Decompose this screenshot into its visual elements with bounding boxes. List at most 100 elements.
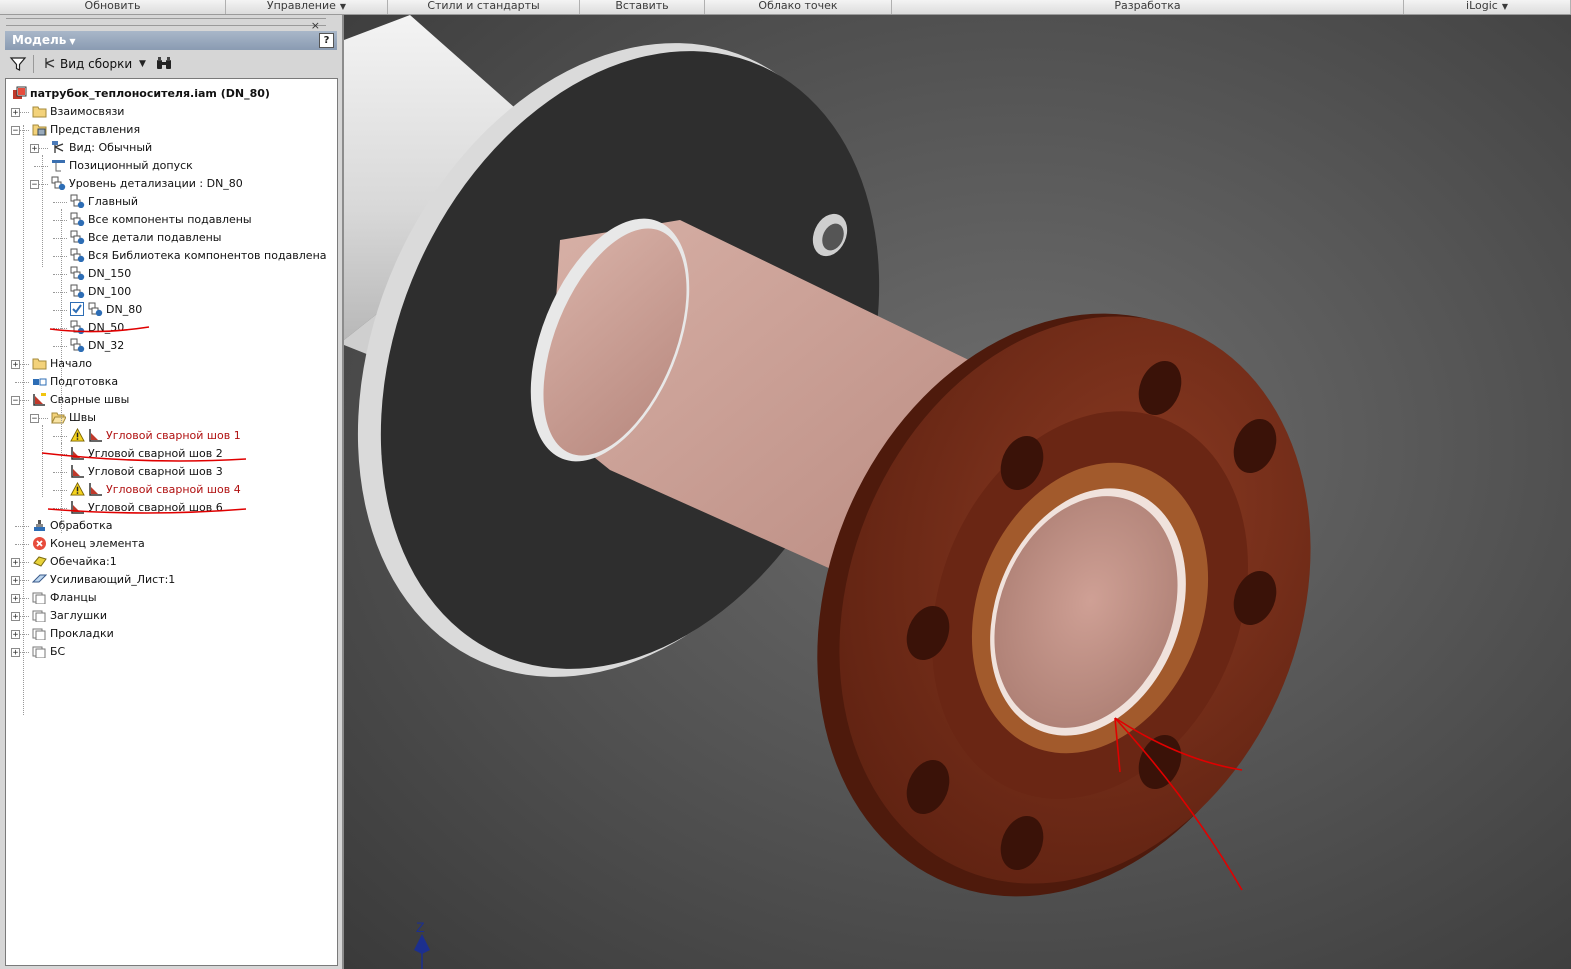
machining-icon	[34, 520, 45, 531]
tree-connector	[15, 526, 29, 527]
tree-node[interactable]: Обечайка:1	[32, 553, 117, 571]
collapse-toggle[interactable]: −	[11, 126, 20, 136]
help-button[interactable]: ?	[319, 33, 334, 48]
tree-connector	[53, 436, 67, 437]
panel-grip[interactable]: ×	[6, 18, 326, 32]
tree-node[interactable]: Угловой сварной шов 2	[70, 445, 223, 463]
tree-node[interactable]: DN_80	[70, 301, 142, 319]
chevron-down-icon[interactable]: ▼	[139, 55, 146, 73]
tree-node[interactable]: патрубок_теплоносителя.iam (DN_80)	[12, 85, 270, 103]
tree-node[interactable]: Фланцы	[32, 589, 97, 607]
collapse-toggle[interactable]: −	[11, 396, 20, 406]
tree-node[interactable]: Швы	[51, 409, 96, 427]
tree-connector	[15, 544, 29, 545]
tree-node[interactable]: Позиционный допуск	[51, 157, 193, 175]
tree-node[interactable]: DN_150	[70, 265, 131, 283]
binoculars-icon[interactable]	[155, 56, 173, 72]
tree-node[interactable]: Все детали подавлены	[70, 229, 221, 247]
assembly-view-button[interactable]: Вид сборки	[43, 55, 132, 73]
tree-node[interactable]: DN_50	[70, 319, 124, 337]
tree-node[interactable]: Начало	[32, 355, 92, 373]
ribbon-panel-label: Облако точек	[758, 0, 838, 12]
tree-node[interactable]: Обработка	[32, 517, 112, 535]
tree-node[interactable]: БС	[32, 643, 65, 661]
tree-node-label: DN_32	[88, 339, 125, 352]
expand-toggle[interactable]: +	[11, 360, 20, 370]
chevron-down-icon[interactable]: ▼	[1502, 2, 1508, 11]
ribbon-panel-3[interactable]: Стили и стандарты	[388, 0, 580, 14]
tree-node[interactable]: Взаимосвязи	[32, 103, 124, 121]
ribbon-panel-bar: Обновить Управление ▼ Стили и стандарты Вста…	[0, 0, 1571, 15]
tree-node[interactable]: Усиливающий_Лист:1	[32, 571, 175, 589]
tree-node[interactable]: DN_100	[70, 283, 131, 301]
tree-node-label: Угловой сварной шов 3	[88, 465, 223, 478]
chevron-down-icon[interactable]: ▼	[340, 2, 346, 11]
ribbon-panel-2[interactable]: Управление ▼	[226, 0, 388, 14]
ribbon-panel-5[interactable]: Облако точек	[705, 0, 892, 14]
tree-node[interactable]: Сварные швы	[32, 391, 129, 409]
tree-node[interactable]: Вся Библиотека компонентов подавлена	[70, 247, 327, 265]
expand-toggle[interactable]: +	[30, 144, 39, 154]
graphics-viewport[interactable]: Z	[344, 15, 1571, 969]
pattern-folder-icon	[32, 646, 46, 658]
tree-node-label: Угловой сварной шов 6	[88, 501, 223, 514]
expand-toggle[interactable]: +	[11, 108, 20, 118]
ribbon-panel-7[interactable]: iLogic ▼	[1404, 0, 1571, 14]
tree-node[interactable]: Главный	[70, 193, 138, 211]
tree-connector	[53, 472, 67, 473]
part-icon	[33, 556, 47, 567]
lod-icon	[70, 338, 85, 352]
filter-icon[interactable]	[9, 55, 27, 73]
tree-node-label: Угловой сварной шов 2	[88, 447, 223, 460]
tree-node[interactable]: Прокладки	[32, 625, 114, 643]
tree-node[interactable]: Конец элемента	[32, 535, 145, 553]
tree-node[interactable]: Все компоненты подавлены	[70, 211, 252, 229]
collapse-toggle[interactable]: −	[30, 180, 39, 190]
tree-connector	[42, 155, 43, 267]
tree-node[interactable]: Угловой сварной шов 3	[70, 463, 223, 481]
model-browser-panel: × Модель ▼ ? Вид сборки ▼ патрубок_теплон…	[0, 15, 344, 969]
lod-icon	[51, 176, 66, 190]
lod-icon	[70, 284, 85, 298]
weld-icon	[33, 393, 46, 406]
toolbar-separator	[33, 55, 34, 73]
tree-node[interactable]: Угловой сварной шов 4	[70, 481, 241, 499]
tree-node[interactable]: Заглушки	[32, 607, 107, 625]
expand-toggle[interactable]: +	[11, 648, 20, 658]
tree-node[interactable]: DN_32	[70, 337, 124, 355]
tree-node-label: DN_150	[88, 267, 132, 280]
tree-connector	[53, 508, 67, 509]
fillet-weld-icon	[71, 465, 84, 478]
end-of-features-icon	[33, 537, 46, 550]
lod-icon	[70, 230, 85, 244]
checkbox-checked-icon[interactable]	[70, 302, 85, 316]
collapse-toggle[interactable]: −	[30, 414, 39, 424]
tree-node[interactable]: Представления	[32, 121, 140, 139]
expand-toggle[interactable]: +	[11, 576, 20, 586]
tree-node[interactable]: Уровень детализации : DN_80	[51, 175, 243, 193]
expand-toggle[interactable]: +	[11, 558, 20, 568]
ribbon-panel-label: Управление	[266, 0, 336, 12]
ribbon-panel-4[interactable]: Вставить	[580, 0, 705, 14]
3d-model-view[interactable]: Z	[344, 15, 1571, 969]
fillet-weld-icon	[89, 429, 102, 442]
tree-connector	[53, 328, 67, 329]
expand-toggle[interactable]: +	[11, 630, 20, 640]
tree-node[interactable]: Вид: Обычный	[51, 139, 152, 157]
axis-triad: Z	[414, 919, 430, 969]
ribbon-panel-6[interactable]: Разработка	[892, 0, 1404, 14]
tree-node-label: Вид: Обычный	[69, 141, 153, 154]
assembly-icon	[13, 86, 27, 99]
tree-node-label: Взаимосвязи	[50, 105, 125, 118]
browser-title-bar[interactable]: Модель ▼ ?	[5, 31, 337, 50]
ribbon-panel-label: Обновить	[84, 0, 141, 12]
expand-toggle[interactable]: +	[11, 594, 20, 604]
expand-toggle[interactable]: +	[11, 612, 20, 622]
ribbon-panel-1[interactable]: Обновить	[0, 0, 226, 14]
tree-connector	[53, 310, 67, 311]
tree-node-label: Вся Библиотека компонентов подавлена	[88, 249, 327, 262]
tree-node[interactable]: Угловой сварной шов 1	[70, 427, 241, 445]
z-axis-label: Z	[416, 919, 425, 935]
tree-node[interactable]: Угловой сварной шов 6	[70, 499, 223, 517]
tree-node[interactable]: Подготовка	[32, 373, 118, 391]
